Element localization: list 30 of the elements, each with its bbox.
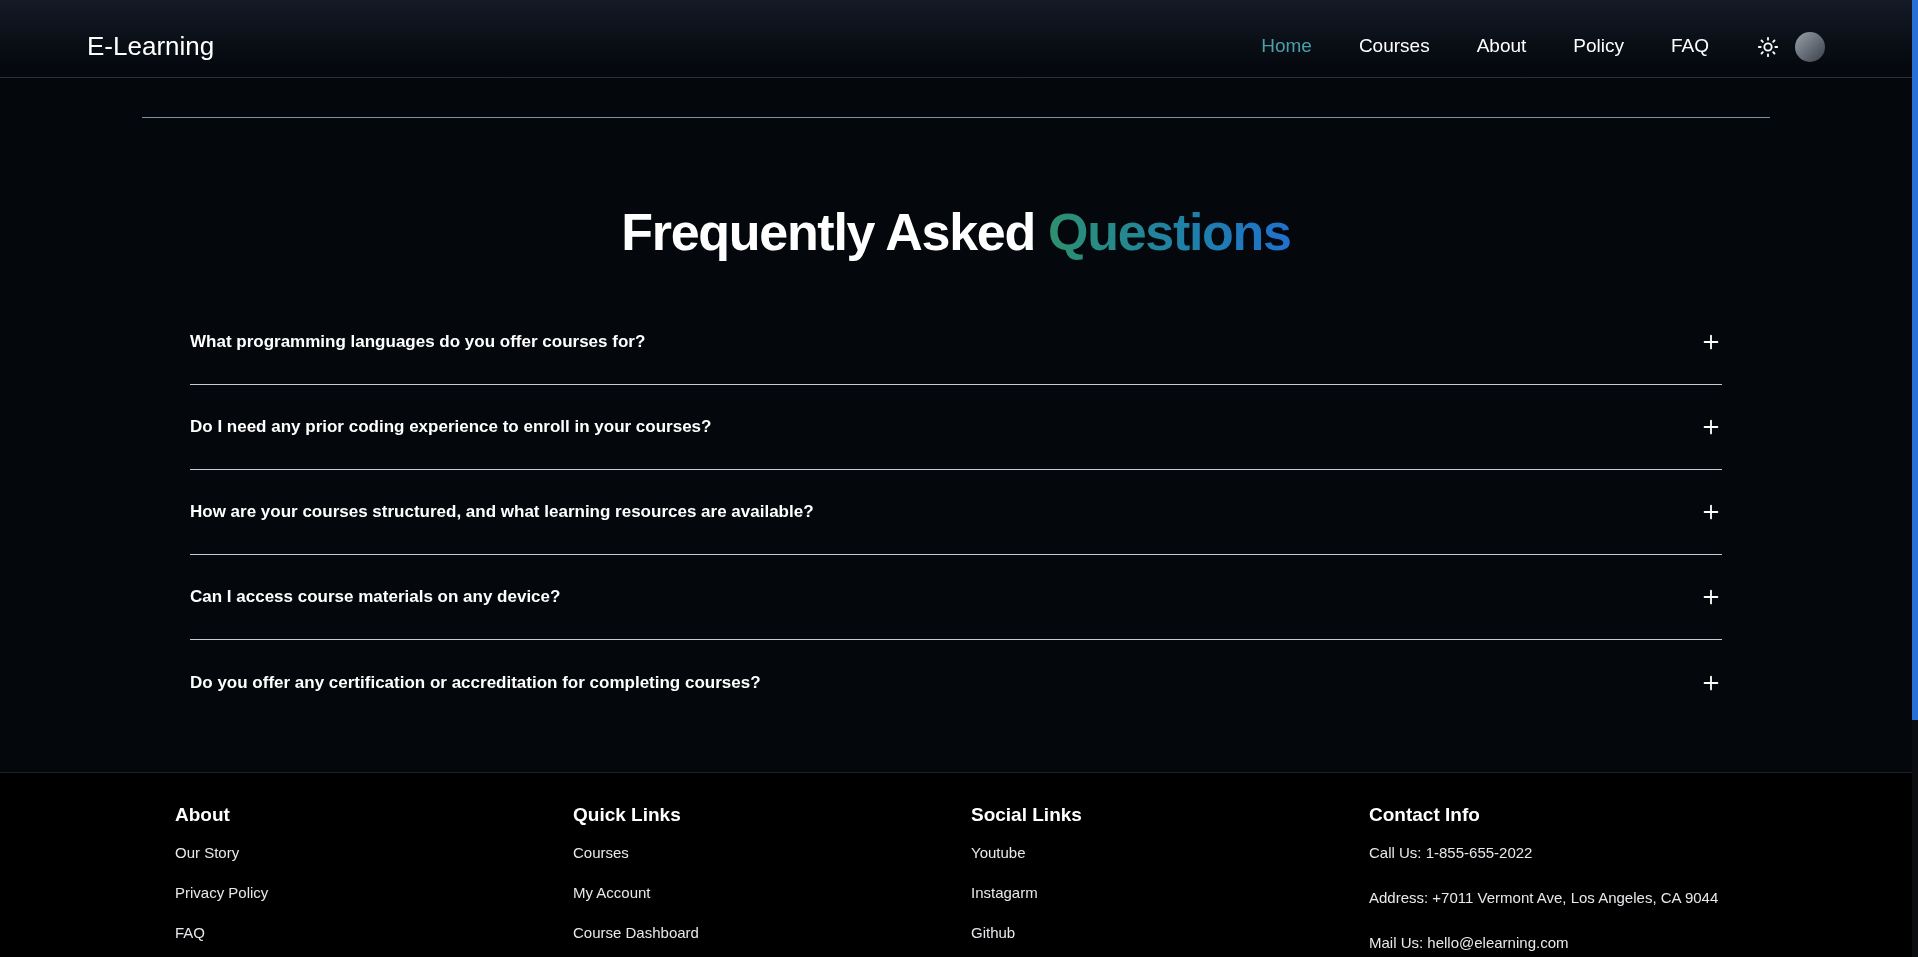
nav-link[interactable]: Courses	[1358, 32, 1430, 61]
contact-info-text: Address: +7011 Vermont Ave, Los Angeles, CA 9044	[1369, 887, 1720, 908]
footer-heading: Social Links	[971, 803, 1083, 827]
footer-heading: Contact Info	[1369, 803, 1481, 827]
sun-icon	[1757, 35, 1779, 58]
site-logo[interactable]: E-Learning	[87, 27, 215, 66]
contact-info-text: Mail Us: hello@elearning.com	[1369, 932, 1570, 953]
faq-question[interactable]: How are your courses structured, and what learning resources are available?	[190, 499, 1722, 525]
avatar[interactable]	[1795, 31, 1825, 62]
scrollbar[interactable]	[1912, 0, 1918, 957]
footer-link[interactable]: Our Story	[175, 841, 573, 882]
footer-link[interactable]: Github	[971, 921, 1369, 957]
footer-link[interactable]: My Account	[573, 881, 971, 922]
faq-question[interactable]: Do I need any prior coding experience to enroll in your courses?	[190, 414, 1722, 440]
footer-link[interactable]: Privacy Policy	[175, 881, 573, 922]
nav-link[interactable]: FAQ	[1671, 32, 1709, 61]
nav-link[interactable]: Home	[1261, 32, 1312, 61]
footer-link[interactable]: Courses	[573, 841, 971, 882]
footer-heading: Quick Links	[573, 803, 682, 827]
faq-question[interactable]: What programming languages do you offer courses for?	[190, 329, 1722, 355]
footer-link[interactable]: Course Dashboard	[573, 921, 971, 957]
footer-link[interactable]: FAQ	[175, 921, 573, 957]
footer-link[interactable]: Youtube	[971, 841, 1369, 882]
footer-link[interactable]: Instagarm	[971, 881, 1369, 922]
contact-info-text: Call Us: 1-855-655-2022	[1369, 842, 1534, 863]
nav-link[interactable]: About	[1476, 32, 1527, 61]
faq-question[interactable]: Can I access course materials on any device?	[190, 584, 1722, 610]
faq-question[interactable]: Do you offer any certification or accreditation for completing courses?	[190, 669, 1722, 696]
nav-link[interactable]: Policy	[1573, 32, 1624, 61]
footer-heading: About	[175, 803, 231, 827]
